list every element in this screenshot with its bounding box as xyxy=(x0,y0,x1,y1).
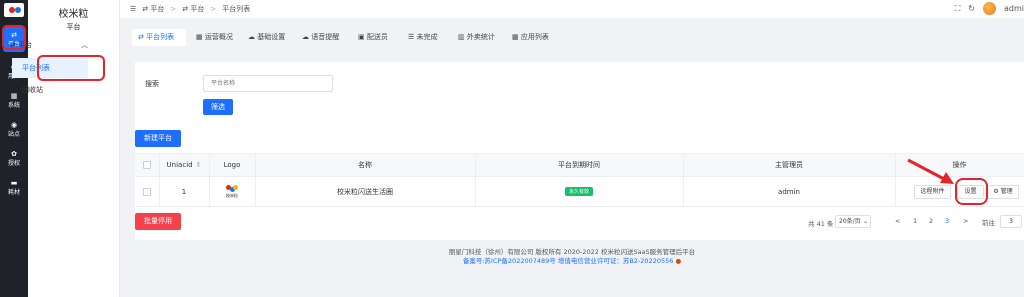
annotation-arrow xyxy=(907,158,954,184)
